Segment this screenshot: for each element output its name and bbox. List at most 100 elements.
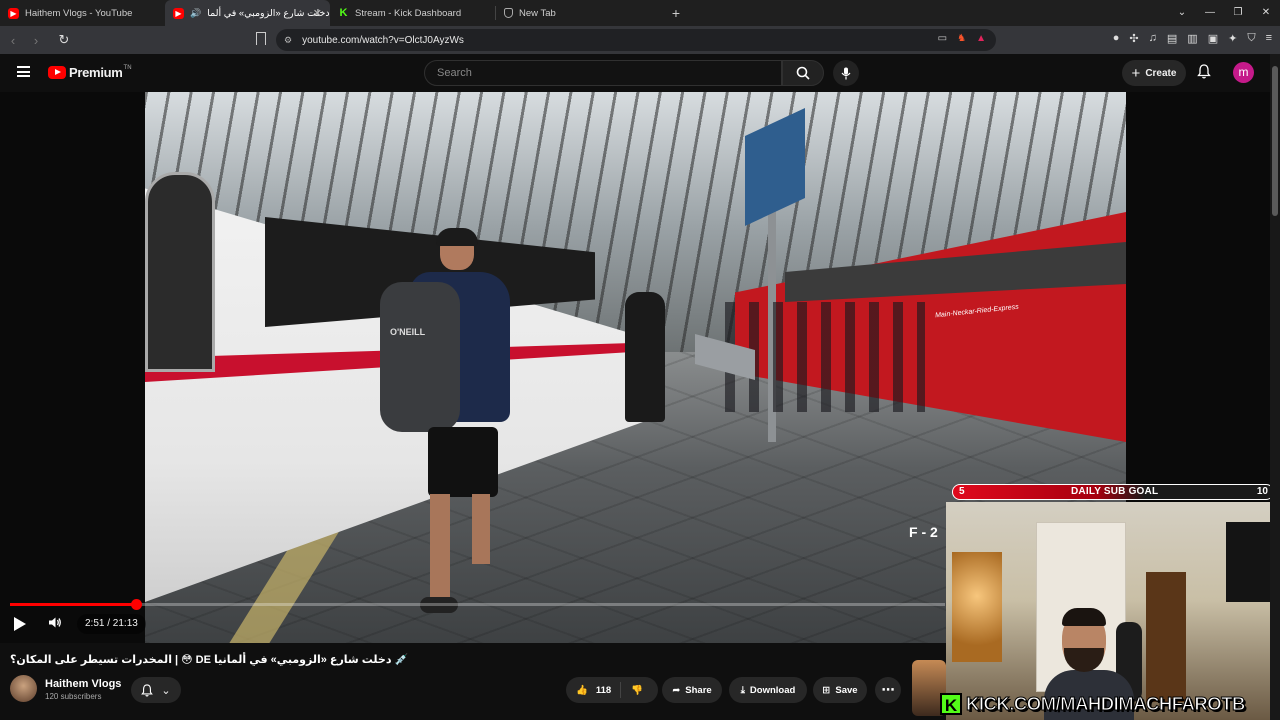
tab-kick-dashboard[interactable]: K Stream - Kick Dashboard: [330, 0, 495, 26]
sidebar-icon[interactable]: ▥: [1187, 32, 1197, 45]
daily-sub-goal-bar: 5 DAILY SUB GOAL 10: [952, 484, 1274, 500]
progress-scrubber[interactable]: [130, 599, 142, 610]
dislike-button[interactable]: 👎: [621, 685, 643, 696]
youtube-icon: ▶: [173, 7, 184, 19]
play-button[interactable]: [14, 617, 26, 631]
save-playlist-icon: ⊞: [822, 684, 831, 696]
thumbs-up-icon: 👍: [576, 684, 588, 696]
kick-icon: K: [339, 7, 348, 19]
tab-search-icon[interactable]: ⌄: [1168, 0, 1196, 26]
streamer-hair: [1062, 608, 1106, 626]
progress-played: [10, 603, 136, 606]
webcam-tv: [1226, 522, 1272, 602]
music-icon[interactable]: ♫: [1149, 32, 1157, 45]
search-input[interactable]: Search: [424, 60, 782, 86]
subscribed-notifications-button[interactable]: ⌄: [131, 677, 181, 703]
profile-extension-icon[interactable]: ●: [1113, 32, 1120, 45]
address-bar[interactable]: ⚙ youtube.com/watch?v=OlctJ0AyzWs ▭ ♞ ▲: [276, 29, 996, 51]
bell-icon: [141, 683, 154, 697]
backpack-brand: O'NEILL: [390, 327, 426, 337]
download-icon: ⤓: [740, 684, 745, 696]
account-avatar[interactable]: m: [1233, 62, 1254, 83]
brave-rewards-icon[interactable]: ▲: [976, 33, 986, 44]
more-actions-button[interactable]: ⋯: [875, 677, 901, 703]
vlogger-person: O'NEILL: [380, 228, 510, 613]
share-label: Share: [685, 684, 712, 696]
leo-ai-icon[interactable]: ✦: [1228, 32, 1237, 45]
close-tab-icon[interactable]: ✕: [313, 7, 322, 20]
webcam-door: [1146, 572, 1186, 702]
wallet-icon[interactable]: ▣: [1208, 32, 1218, 45]
puzzle-icon[interactable]: ✣: [1129, 32, 1138, 45]
minimize-icon[interactable]: —: [1196, 0, 1224, 26]
like-count: 118: [595, 684, 612, 696]
restore-icon[interactable]: ❐: [1224, 0, 1252, 26]
time-display: 2:51 / 21:13: [77, 614, 146, 634]
save-button[interactable]: ⊞ Save: [813, 677, 867, 703]
tab-current-video[interactable]: ▶ 🔊 دخلت شارع «الزومبي» في ألما ✕: [165, 0, 330, 26]
tab-haithem-vlogs[interactable]: ▶ Haithem Vlogs - YouTube: [0, 0, 165, 26]
brave-shields-icon[interactable]: ♞: [957, 33, 966, 44]
person-shorts: [428, 427, 498, 497]
tab-title: دخلت شارع «الزومبي» في ألما: [207, 7, 330, 19]
reading-list-icon[interactable]: ▤: [1167, 32, 1177, 45]
kick-logo-icon: K: [940, 693, 962, 715]
person-cap: [436, 228, 478, 246]
youtube-premium-logo[interactable]: Premium TN: [48, 65, 132, 80]
download-label: Download: [749, 684, 796, 696]
thumbs-down-icon: 👎: [631, 684, 644, 696]
create-label: Create: [1145, 67, 1177, 79]
video-overlay-mark: F - 2: [909, 524, 938, 540]
youtube-header: Premium TN Search + Create m: [0, 54, 1280, 92]
url-text: youtube.com/watch?v=OlctJ0AyzWs: [302, 34, 464, 46]
back-icon[interactable]: ‹: [3, 33, 23, 48]
kick-channel-banner: K KICK.COM/MAHDIMACHFAROTB: [940, 690, 1274, 718]
video-progress-bar[interactable]: [10, 599, 945, 610]
forward-icon[interactable]: ›: [26, 33, 46, 48]
extension-icons: ● ✣ ♫ ▤ ▥ ▣ ✦ ⛉ ≡: [1113, 32, 1272, 45]
new-tab-button[interactable]: +: [661, 5, 691, 21]
reload-icon[interactable]: ↻: [54, 32, 74, 48]
browser-toolbar: ‹ › ↻ ⚙ youtube.com/watch?v=OlctJ0AyzWs …: [0, 26, 1280, 54]
bookmark-icon[interactable]: [256, 32, 266, 45]
goal-target: 10: [1256, 486, 1268, 497]
download-button[interactable]: ⤓ Download: [729, 677, 807, 703]
scrollbar-thumb[interactable]: [1272, 66, 1278, 216]
search-button[interactable]: [782, 60, 824, 86]
webcam-lamp: [952, 552, 1002, 662]
ice-train-door: [145, 172, 215, 372]
microphone-icon: [841, 67, 851, 79]
close-window-icon[interactable]: ✕: [1252, 0, 1280, 26]
crowd: [725, 302, 925, 412]
menu-icon[interactable]: ≡: [1266, 32, 1272, 45]
like-dislike-group: 👍 118 👎: [566, 677, 658, 703]
hamburger-menu-icon[interactable]: [17, 66, 30, 77]
create-button[interactable]: + Create: [1122, 60, 1186, 86]
backpack: [380, 282, 460, 432]
goal-label: DAILY SUB GOAL: [1071, 486, 1159, 497]
channel-avatar[interactable]: [10, 675, 37, 702]
notifications-bell-icon[interactable]: [1197, 64, 1211, 82]
streamer-beard: [1064, 648, 1104, 672]
cast-icon[interactable]: ▭: [938, 33, 947, 44]
like-button[interactable]: 👍 118: [566, 682, 622, 698]
site-info-icon[interactable]: ⚙: [284, 35, 292, 46]
page-scrollbar[interactable]: [1270, 54, 1280, 720]
tab-title: Haithem Vlogs - YouTube: [25, 7, 133, 19]
voice-search-button[interactable]: [833, 60, 859, 86]
tab-title: Stream - Kick Dashboard: [355, 7, 462, 19]
subscriber-count: 120 subscribers: [45, 692, 102, 701]
vpn-icon[interactable]: ⛉: [1247, 32, 1255, 45]
youtube-logo-icon: [48, 66, 66, 79]
volume-icon[interactable]: [48, 616, 62, 632]
search-icon: [796, 66, 810, 80]
share-button[interactable]: ➦ Share: [662, 677, 722, 703]
channel-name[interactable]: Haithem Vlogs: [45, 678, 121, 690]
chevron-down-icon: ⌄: [161, 684, 171, 697]
youtube-icon: ▶: [8, 7, 19, 19]
speaker-icon[interactable]: 🔊: [190, 8, 201, 19]
browser-tab-strip: ▶ Haithem Vlogs - YouTube ▶ 🔊 دخلت شارع …: [0, 0, 1280, 26]
person-leg: [472, 494, 490, 564]
search-placeholder: Search: [437, 67, 472, 79]
tab-new-tab[interactable]: New Tab: [496, 0, 661, 26]
